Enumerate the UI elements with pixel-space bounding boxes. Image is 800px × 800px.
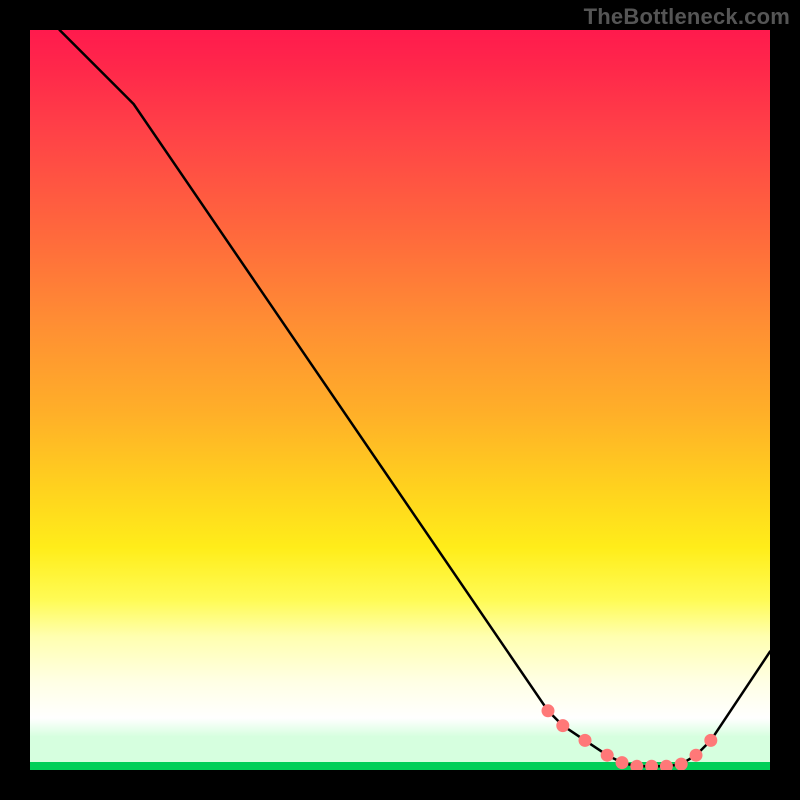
marker-dot (675, 758, 688, 770)
marker-dot (542, 704, 555, 717)
attribution-text: TheBottleneck.com (584, 4, 790, 30)
marker-dot (630, 760, 643, 770)
marker-dot (601, 749, 614, 762)
marker-dot (556, 719, 569, 732)
marker-dot (660, 760, 673, 770)
curve-layer (30, 30, 770, 770)
marker-dots (542, 704, 718, 770)
plot-area (30, 30, 770, 770)
marker-dot (579, 734, 592, 747)
marker-dot (704, 734, 717, 747)
marker-dot (645, 760, 658, 770)
main-curve (60, 30, 770, 766)
marker-dot (616, 756, 629, 769)
chart-frame: TheBottleneck.com (0, 0, 800, 800)
marker-dot (690, 749, 703, 762)
